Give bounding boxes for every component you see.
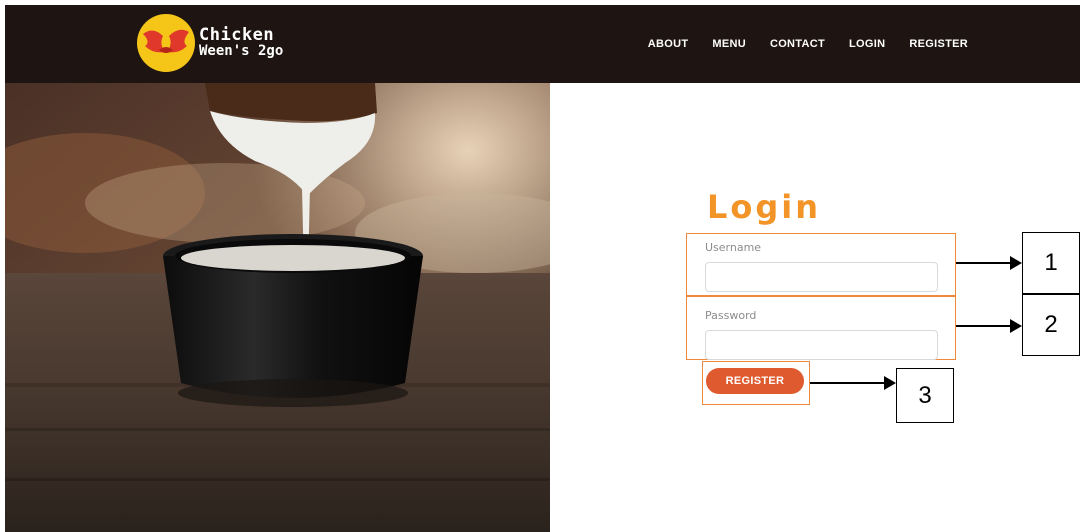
top-navbar: Chicken Ween's 2go ABOUT MENU CONTACT LO… [5,5,1080,83]
brand-name-line1: Chicken [199,25,275,45]
nav-contact-link[interactable]: CONTACT [758,38,837,50]
password-input[interactable] [705,330,938,360]
nav-login-link[interactable]: LOGIN [837,38,897,50]
callout-label-2: 2 [1022,294,1080,356]
callout-label-3: 3 [896,368,954,423]
page: Chicken Ween's 2go ABOUT MENU CONTACT LO… [0,0,1080,532]
chicken-wings-logo-icon [137,14,195,72]
register-button[interactable]: REGISTER [706,368,804,394]
brand-logo[interactable]: Chicken Ween's 2go [137,14,284,72]
nav-menu-link[interactable]: MENU [700,38,758,50]
main-nav: ABOUT MENU CONTACT LOGIN REGISTER [636,5,980,83]
username-label: Username [705,241,762,254]
login-title: Login [707,188,822,226]
callout-label-1: 1 [1022,232,1080,294]
submit-highlight-box: REGISTER [702,361,810,405]
brand-name: Chicken Ween's 2go [199,25,284,60]
password-highlight-box: Password [686,296,956,360]
brand-name-line2: Ween's 2go [199,43,284,59]
nav-about-link[interactable]: ABOUT [636,38,701,50]
username-input[interactable] [705,262,938,292]
username-highlight-box: Username [686,233,956,296]
password-label: Password [705,309,757,322]
nav-register-link[interactable]: REGISTER [897,38,980,50]
hero-photo [5,83,550,532]
